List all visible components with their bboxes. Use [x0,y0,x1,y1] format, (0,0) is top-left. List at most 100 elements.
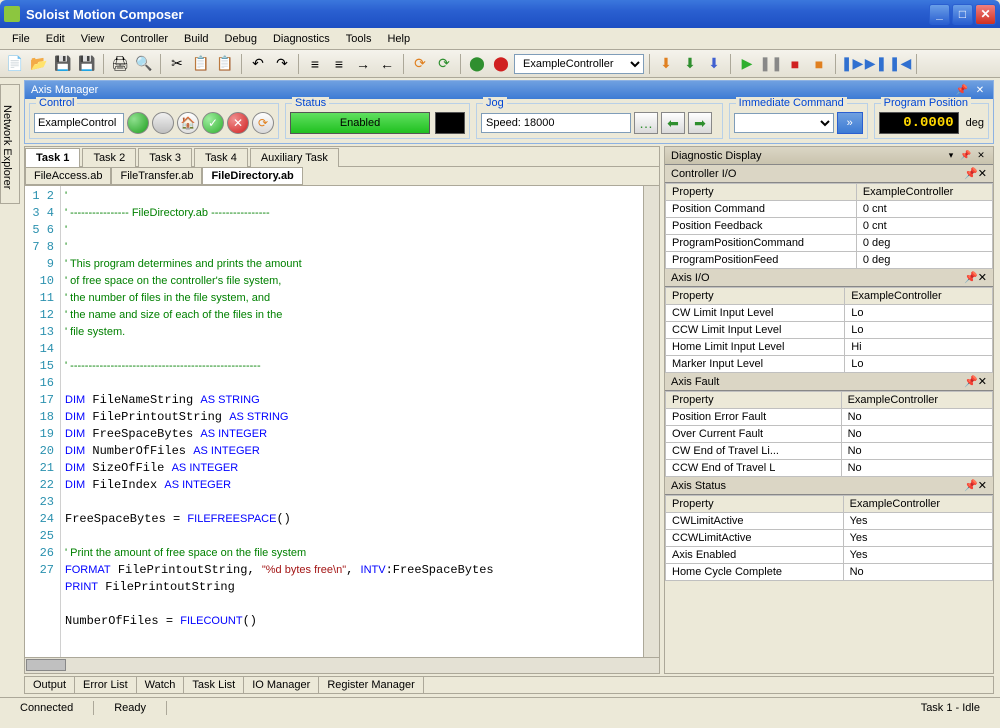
diag-section-header[interactable]: Axis Status📌✕ [665,477,993,495]
task-tab[interactable]: Task 2 [82,148,136,167]
comment-icon[interactable]: ≡ [304,53,326,75]
refresh-icon[interactable]: ⟳ [409,53,431,75]
table-row[interactable]: CCWLimitActiveYes [666,530,993,547]
uncomment-icon[interactable]: ≡ [328,53,350,75]
close-icon[interactable]: ✕ [978,271,987,284]
disable-button[interactable] [152,112,174,134]
vertical-scrollbar[interactable] [643,186,659,657]
close-icon[interactable]: ✕ [975,150,987,162]
close-icon[interactable]: ✕ [978,375,987,388]
step-into-icon[interactable]: ❚▶ [841,53,863,75]
network-explorer-tab[interactable]: Network Explorer [0,84,20,204]
bottom-tab[interactable]: Register Manager [319,677,423,693]
abort-icon[interactable]: ■ [808,53,830,75]
connect-icon[interactable]: ⬤ [466,53,488,75]
save-icon[interactable]: 💾 [52,53,74,75]
immediate-go-button[interactable]: » [837,112,863,134]
table-row[interactable]: Over Current FaultNo [666,426,993,443]
menu-build[interactable]: Build [176,31,216,47]
open-icon[interactable]: 📂 [28,53,50,75]
close-icon[interactable]: ✕ [973,83,987,97]
menu-help[interactable]: Help [379,31,418,47]
table-row[interactable]: Position Error FaultNo [666,409,993,426]
bottom-tab[interactable]: Output [25,677,75,693]
table-row[interactable]: Home Cycle CompleteNo [666,564,993,581]
task-tab[interactable]: Task 4 [194,148,248,167]
jog-left-button[interactable]: ⬅ [661,112,685,134]
menu-view[interactable]: View [73,31,113,47]
control-combo[interactable] [34,113,124,133]
new-icon[interactable]: 📄 [4,53,26,75]
controller-combo[interactable]: ExampleController [514,54,644,74]
menu-debug[interactable]: Debug [217,31,265,47]
pause-icon[interactable]: ❚❚ [760,53,782,75]
sync-icon[interactable]: ⟳ [433,53,455,75]
menu-controller[interactable]: Controller [112,31,176,47]
table-row[interactable]: CW Limit Input LevelLo [666,305,993,322]
pin-icon[interactable]: 📌 [964,167,978,180]
undo-icon[interactable]: ↶ [247,53,269,75]
pin-icon[interactable]: 📌 [964,271,978,284]
task-tab[interactable]: Auxiliary Task [250,148,339,167]
bottom-tab[interactable]: Task List [184,677,244,693]
diag-section-header[interactable]: Axis I/O📌✕ [665,269,993,287]
jog-speed-input[interactable] [481,113,631,133]
table-row[interactable]: Home Limit Input LevelHi [666,339,993,356]
immediate-command-input[interactable] [734,113,834,133]
task-tab[interactable]: Task 3 [138,148,192,167]
code-content[interactable]: ' ' ---------------- FileDirectory.ab --… [61,186,643,657]
table-row[interactable]: CCW End of Travel LNo [666,460,993,477]
enable-button[interactable] [127,112,149,134]
jog-more-button[interactable]: … [634,112,658,134]
preview-icon[interactable]: 🔍 [133,53,155,75]
stop-icon[interactable]: ■ [784,53,806,75]
table-row[interactable]: CWLimitActiveYes [666,513,993,530]
disconnect-icon[interactable]: ⬤ [490,53,512,75]
menu-edit[interactable]: Edit [38,31,73,47]
close-icon[interactable]: ✕ [978,479,987,492]
redo-icon[interactable]: ↷ [271,53,293,75]
indent-icon[interactable]: → [352,53,374,75]
menu-tools[interactable]: Tools [338,31,380,47]
diag-section-header[interactable]: Controller I/O📌✕ [665,165,993,183]
minimize-button[interactable]: _ [929,4,950,25]
table-row[interactable]: Position Feedback0 cnt [666,218,993,235]
diag-section-header[interactable]: Axis Fault📌✕ [665,373,993,391]
file-tab[interactable]: FileDirectory.ab [202,167,302,185]
print-icon[interactable]: 🖨 [109,53,131,75]
table-row[interactable]: Axis EnabledYes [666,547,993,564]
code-editor[interactable]: 1 2 3 4 5 6 7 8 9 10 11 12 13 14 15 16 1… [25,185,659,657]
close-button[interactable]: ✕ [975,4,996,25]
pin-icon[interactable]: 📌 [960,150,972,162]
menu-diagnostics[interactable]: Diagnostics [265,31,338,47]
pin-icon[interactable]: 📌 [964,479,978,492]
jog-right-button[interactable]: ➡ [688,112,712,134]
bottom-tab[interactable]: Error List [75,677,137,693]
build-icon[interactable]: ⬇ [703,53,725,75]
table-row[interactable]: ProgramPositionFeed0 deg [666,252,993,269]
home-button[interactable]: 🏠 [177,112,199,134]
play-icon[interactable]: ▶ [736,53,758,75]
menu-file[interactable]: File [4,31,38,47]
file-tab[interactable]: FileAccess.ab [25,167,111,185]
bottom-tab[interactable]: IO Manager [244,677,319,693]
upload-icon[interactable]: ⬇ [679,53,701,75]
download-icon[interactable]: ⬇ [655,53,677,75]
step-out-icon[interactable]: ❚◀ [889,53,911,75]
table-row[interactable]: Marker Input LevelLo [666,356,993,373]
bottom-tab[interactable]: Watch [137,677,185,693]
file-tab[interactable]: FileTransfer.ab [111,167,202,185]
copy-icon[interactable]: 📋 [190,53,212,75]
table-row[interactable]: Position Command0 cnt [666,201,993,218]
task-tab[interactable]: Task 1 [25,148,80,167]
ok-button[interactable]: ✓ [202,112,224,134]
reset-button[interactable]: ⟳ [252,112,274,134]
cut-icon[interactable]: ✂ [166,53,188,75]
paste-icon[interactable]: 📋 [214,53,236,75]
step-over-icon[interactable]: ▶❚ [865,53,887,75]
close-icon[interactable]: ✕ [978,167,987,180]
table-row[interactable]: CCW Limit Input LevelLo [666,322,993,339]
table-row[interactable]: ProgramPositionCommand0 deg [666,235,993,252]
abort-button[interactable]: ✕ [227,112,249,134]
dropdown-icon[interactable]: ▾ [945,150,957,162]
